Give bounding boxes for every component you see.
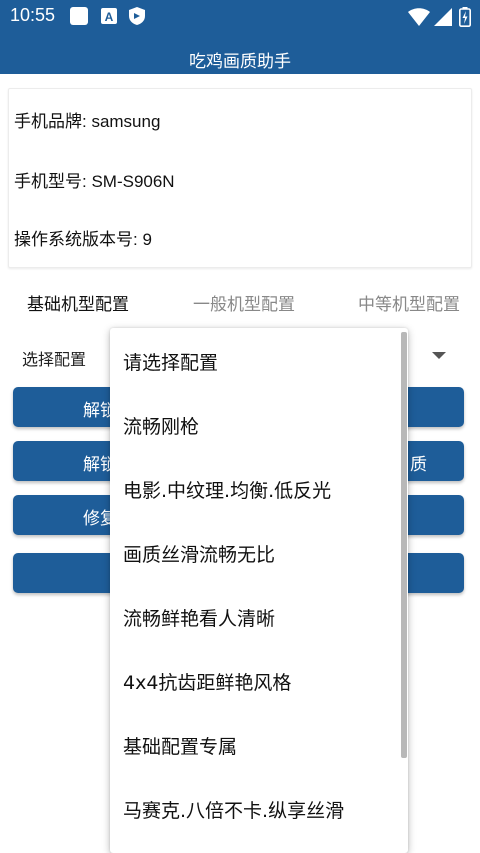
dropdown-option-label: 流畅鲜艳看人清晰 (123, 608, 276, 630)
wifi-icon (408, 8, 430, 26)
tab-basic-config[interactable]: 基础机型配置 (27, 290, 129, 315)
select-config-label: 选择配置 (22, 350, 87, 369)
app-title: 吃鸡画质助手 (189, 52, 291, 72)
dropdown-option[interactable]: 4x4抗齿距鲜艳风格 (110, 648, 400, 712)
dropdown-option[interactable]: 流畅刚枪 (110, 392, 400, 456)
dropdown-option[interactable]: 流畅鲜艳看人清晰 (110, 584, 400, 648)
svg-text:A: A (105, 10, 114, 24)
signal-icon (434, 8, 452, 26)
dropdown-option-label: 画质丝滑流畅无比 (123, 544, 276, 566)
dropdown-option[interactable]: 基础配置专属 (110, 712, 400, 776)
device-info-card: 手机品牌: samsung 手机型号: SM-S906N 操作系统版本号: 9 (8, 88, 472, 268)
config-dropdown-menu: 请选择配置 流畅刚枪 电影.中纹理.均衡.低反光 画质丝滑流畅无比 流畅鲜艳看人… (110, 328, 408, 853)
dropdown-option-label: 马赛克.八倍不卡.纵享丝滑 (123, 800, 345, 822)
tab-medium-config[interactable]: 中等机型配置 (358, 290, 460, 315)
dropdown-option[interactable]: 电影.中纹理.均衡.低反光 (110, 456, 400, 520)
tab-general-config[interactable]: 一般机型配置 (193, 290, 295, 315)
button-label-tail: 质 (410, 455, 427, 475)
os-version-text: 操作系统版本号: 9 (14, 230, 152, 249)
phone-model-text: 手机型号: SM-S906N (14, 172, 175, 191)
dropdown-option-label: 基础配置专属 (123, 736, 238, 758)
battery-icon (459, 7, 471, 27)
status-bar: 10:55 A (0, 0, 480, 34)
chevron-down-icon[interactable] (432, 352, 446, 359)
phone-brand-text: 手机品牌: samsung (14, 112, 161, 131)
a-icon: A (101, 8, 117, 24)
dropdown-option-label: 流畅刚枪 (123, 416, 200, 438)
app-icon (70, 7, 88, 25)
app-bar: 吃鸡画质助手 (0, 34, 480, 74)
shield-icon (129, 7, 145, 25)
dropdown-option-label: 电影.中纹理.均衡.低反光 (123, 480, 332, 502)
dropdown-option[interactable]: 画质丝滑流畅无比 (110, 520, 400, 584)
dropdown-option-label: 4x4抗齿距鲜艳风格 (123, 672, 292, 694)
dropdown-scrollbar[interactable] (401, 332, 407, 758)
dropdown-option[interactable]: 马赛克.八倍不卡.纵享丝滑 (110, 776, 400, 840)
dropdown-option[interactable]: 请选择配置 (110, 328, 400, 392)
dropdown-option-label: 请选择配置 (123, 352, 219, 374)
screen: 10:55 A 吃鸡画质助手 手机品牌: samsung 手机型号: SM-S9… (0, 0, 480, 853)
status-time: 10:55 (10, 5, 56, 25)
